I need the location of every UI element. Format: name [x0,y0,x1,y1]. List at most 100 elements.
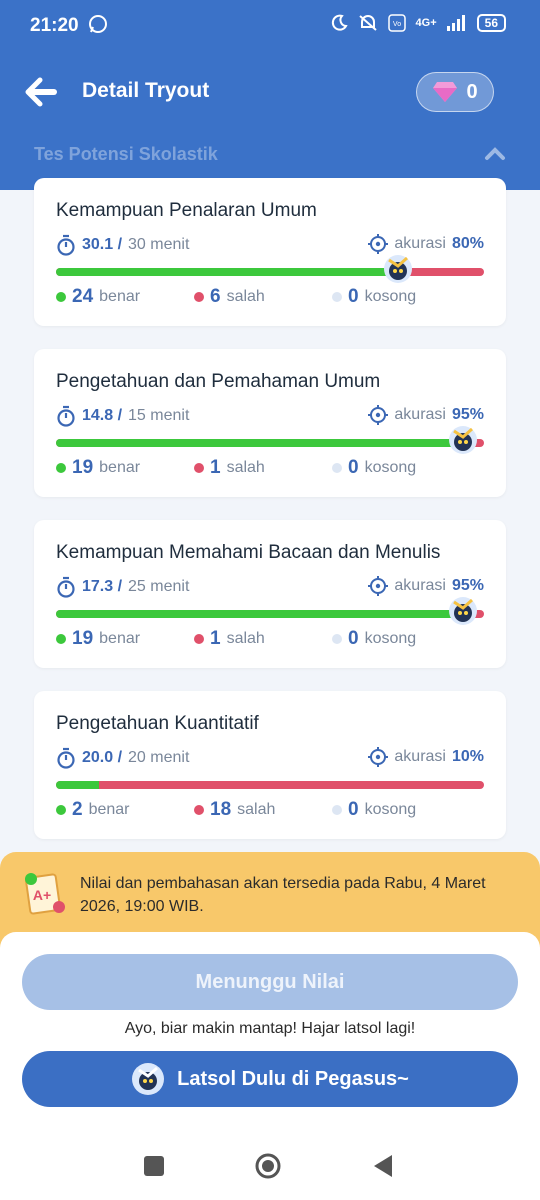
home-circle-icon[interactable] [254,1152,282,1180]
empty-count: 0 [348,628,359,649]
stopwatch-icon [57,576,75,598]
wrong-label: salah [226,288,265,305]
wrong-stat: 18 salah [194,799,275,821]
wrong-dot-icon [194,292,204,302]
moon-icon [331,14,348,31]
time-info: 17.3 / 25 menit [56,576,189,598]
correct-stat: 24 benar [56,286,140,308]
correct-dot-icon [56,805,66,815]
target-icon [368,405,389,425]
section-title: Tes Potensi Skolastik [34,144,218,164]
target-icon [368,234,389,254]
subtest-card[interactable]: Pengetahuan dan Pemahaman Umum 14.8 / 15… [34,349,506,497]
subtest-card[interactable]: Kemampuan Memahami Bacaan dan Menulis 17… [34,520,506,668]
status-icons: Vo 4G+ 56 [330,14,506,32]
gem-balance-badge[interactable]: 0 [416,72,494,112]
waiting-score-button[interactable]: Menunggu Nilai [22,954,518,1010]
notice-text: Nilai dan pembahasan akan tersedia pada … [80,875,486,915]
correct-dot-icon [56,292,66,302]
wrong-label: salah [226,459,265,476]
correct-stat: 19 benar [56,628,140,650]
time-total: 20 menit [128,749,190,766]
empty-count: 0 [348,799,359,820]
recents-square-icon[interactable] [140,1152,168,1180]
time-used: 17.3 / [82,578,123,595]
wrong-label: salah [237,801,276,818]
correct-dot-icon [56,634,66,644]
accuracy-bar-fill [56,610,463,618]
signal-icon [446,15,465,31]
time-info: 20.0 / 20 menit [56,747,189,769]
empty-label: kosong [364,459,417,476]
mascot-marker-icon [384,255,413,283]
status-time: 21:20 [30,15,79,36]
wrong-stat: 1 salah [194,457,265,479]
mascot-marker-icon [448,597,477,625]
accuracy-label: akurasi [394,235,446,252]
wrong-stat: 6 salah [194,286,265,308]
subtest-card[interactable]: Kemampuan Penalaran Umum 30.1 / 30 menit… [34,178,506,326]
correct-label: benar [99,459,141,476]
accuracy-bar [56,426,484,454]
answer-stats: 19 benar 1 salah 0 kosong [56,628,496,652]
volte-icon: Vo [387,14,406,32]
wrong-count: 6 [210,286,221,307]
correct-stat: 19 benar [56,457,140,479]
empty-label: kosong [364,630,417,647]
whatsapp-icon [89,15,107,33]
subtest-name: Pengetahuan dan Pemahaman Umum [56,371,381,392]
empty-dot-icon [332,805,342,815]
exam-paper-icon: A+ [25,873,65,915]
back-triangle-icon[interactable] [370,1152,398,1180]
time-used: 30.1 / [82,236,123,253]
chevron-up-icon[interactable] [484,144,506,162]
accuracy-label: akurasi [394,406,446,423]
subtest-card[interactable]: Pengetahuan Kuantitatif 20.0 / 20 menit … [34,691,506,839]
target-icon [368,576,389,596]
empty-stat: 0 kosong [332,286,416,308]
correct-count: 2 [72,799,83,820]
accuracy-value: 10% [451,748,484,765]
answer-stats: 2 benar 18 salah 0 kosong [56,799,496,823]
subtest-name: Kemampuan Penalaran Umum [56,200,317,221]
correct-label: benar [88,801,130,818]
network-label: 4G+ [415,17,437,29]
back-arrow-icon[interactable] [22,74,58,110]
subtest-name: Pengetahuan Kuantitatif [56,713,259,734]
empty-stat: 0 kosong [332,628,416,650]
empty-dot-icon [332,634,342,644]
correct-stat: 2 benar [56,799,130,821]
time-total: 15 menit [128,407,190,424]
stopwatch-icon [57,405,75,427]
wrong-dot-icon [194,805,204,815]
time-info: 14.8 / 15 menit [56,405,189,427]
practice-pegasus-button[interactable]: Latsol Dulu di Pegasus~ [22,1051,518,1107]
empty-stat: 0 kosong [332,799,416,821]
target-icon [368,747,389,767]
wrong-dot-icon [194,463,204,473]
empty-label: kosong [364,288,417,305]
motivation-text: Ayo, biar makin mantap! Hajar latsol lag… [124,1020,416,1037]
accuracy-bar-fill [56,439,463,447]
app-header: Detail Tryout 0 [0,68,540,116]
accuracy-info: akurasi 95% [368,405,484,425]
subtest-name: Kemampuan Memahami Bacaan dan Menulis [56,542,441,563]
pegasus-mascot-icon [132,1063,165,1095]
bottom-actions: Menunggu Nilai Ayo, biar makin mantap! H… [0,932,540,1132]
accuracy-bar [56,597,484,625]
practice-label: Latsol Dulu di Pegasus~ [177,1067,409,1090]
diamond-icon [433,82,458,102]
answer-stats: 24 benar 6 salah 0 kosong [56,286,496,310]
empty-dot-icon [332,292,342,302]
time-total: 30 menit [128,236,190,253]
svg-text:A+: A+ [33,887,51,903]
correct-dot-icon [56,463,66,473]
accuracy-bar-fill [56,268,399,276]
answer-stats: 19 benar 1 salah 0 kosong [56,457,496,481]
accuracy-bar [56,255,484,283]
status-bar: 21:20 Vo 4G+ 56 [0,0,540,52]
accuracy-bar-fill [56,781,99,789]
wrong-dot-icon [194,634,204,644]
correct-count: 24 [72,286,94,307]
correct-label: benar [99,288,141,305]
